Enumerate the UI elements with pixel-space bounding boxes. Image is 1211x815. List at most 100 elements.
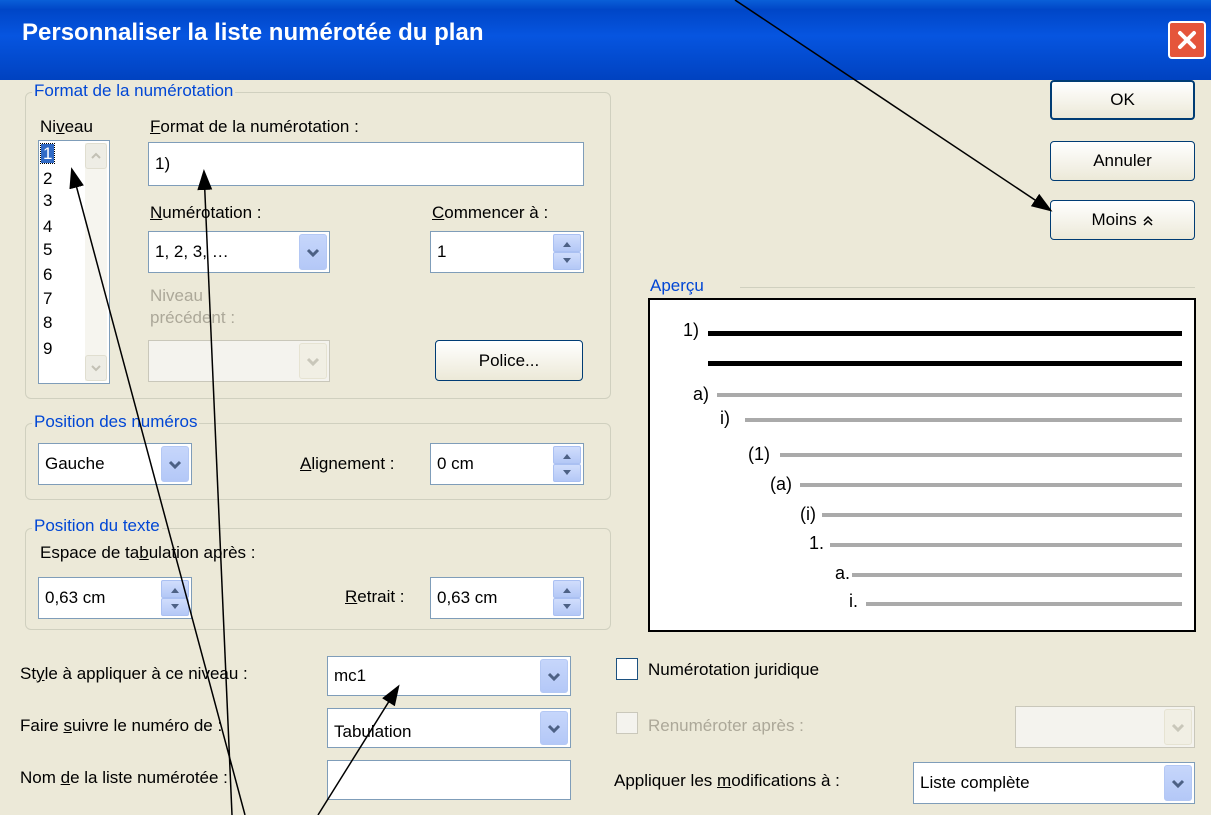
chevron-up-icon — [171, 588, 179, 593]
window-title: Personnaliser la liste numérotée du plan — [22, 19, 484, 46]
format-group-label: Format de la numérotation — [32, 81, 236, 101]
list-item[interactable]: 6 — [43, 265, 52, 284]
format-input[interactable]: 1) — [148, 142, 584, 186]
chevron-down-icon — [171, 604, 179, 609]
close-button[interactable] — [1168, 21, 1206, 59]
commencer-value: 1 — [437, 242, 447, 261]
tab-value: 0,63 cm — [45, 588, 106, 607]
spin-up-button[interactable] — [553, 446, 581, 464]
chevron-up-icon — [563, 242, 571, 247]
preview-number: (1) — [748, 444, 770, 464]
commencer-spin-buttons[interactable] — [553, 234, 581, 270]
scroll-down-button[interactable] — [85, 355, 107, 381]
chevron-up-icon — [91, 152, 101, 159]
tab-spin-buttons[interactable] — [161, 580, 189, 616]
list-item[interactable]: 5 — [43, 240, 52, 259]
alignment-dropdown-button[interactable] — [161, 446, 189, 482]
juridique-checkbox[interactable] — [616, 658, 638, 680]
nom-label: Nom de la liste numérotée : — [20, 768, 228, 787]
suivre-select-value: Tabulation — [334, 721, 412, 741]
list-item[interactable]: 7 — [43, 289, 52, 308]
appliquer-select-value: Liste complète — [920, 773, 1030, 792]
list-item[interactable]: 1 — [39, 143, 56, 164]
spin-down-button[interactable] — [553, 464, 581, 482]
niveau-precedent-label-2: précédent : — [150, 308, 236, 327]
style-dropdown-button[interactable] — [540, 659, 568, 693]
chevron-down-icon — [563, 258, 571, 263]
style-select[interactable]: mc1 — [327, 656, 571, 696]
commencer-label: Commencer à : — [432, 203, 549, 222]
nom-input[interactable] — [327, 760, 571, 800]
moins-button-label: Moins — [1091, 210, 1137, 229]
suivre-label: Faire suivre le numéro de : — [20, 716, 223, 735]
spin-up-button[interactable] — [553, 580, 581, 598]
suivre-dropdown-button[interactable] — [540, 711, 568, 745]
ok-button[interactable]: OK — [1050, 80, 1195, 120]
spin-up-button[interactable] — [553, 234, 581, 252]
annuler-button[interactable]: Annuler — [1050, 141, 1195, 181]
spin-down-button[interactable] — [553, 252, 581, 270]
alignement-value: 0 cm — [437, 454, 474, 473]
preview-line — [822, 513, 1182, 517]
alignment-select[interactable]: Gauche — [38, 443, 192, 485]
chevron-down-icon — [1171, 723, 1185, 733]
alignement-spin-buttons[interactable] — [553, 446, 581, 482]
moins-button[interactable]: Moins — [1050, 200, 1195, 240]
numerotation-select-value: 1, 2, 3, … — [155, 242, 229, 261]
list-item[interactable]: 3 — [43, 191, 52, 210]
preview-line — [708, 331, 1182, 336]
alignement-spinner[interactable]: 0 cm — [430, 443, 584, 485]
niveau-label: Niveau — [40, 117, 93, 136]
list-item[interactable]: 9 — [43, 339, 52, 358]
preview-line — [708, 361, 1182, 366]
spin-up-button[interactable] — [161, 580, 189, 598]
appliquer-dropdown-button[interactable] — [1164, 765, 1192, 801]
alignment-select-value: Gauche — [45, 454, 105, 473]
double-chevron-up-icon — [1143, 215, 1153, 226]
style-label: Style à appliquer à ce niveau : — [20, 664, 248, 683]
chevron-down-icon — [563, 604, 571, 609]
numerotation-select[interactable]: 1, 2, 3, … — [148, 231, 330, 273]
tab-spinner[interactable]: 0,63 cm — [38, 577, 192, 619]
retrait-spinner[interactable]: 0,63 cm — [430, 577, 584, 619]
preview-number: (i) — [800, 504, 816, 524]
appliquer-select[interactable]: Liste complète — [913, 762, 1195, 804]
list-item[interactable]: 8 — [43, 313, 52, 332]
preview-number: (a) — [770, 474, 792, 494]
spin-down-button[interactable] — [161, 598, 189, 616]
position-texte-label: Position du texte — [32, 516, 162, 536]
spin-down-button[interactable] — [553, 598, 581, 616]
close-icon — [1178, 31, 1196, 49]
police-button[interactable]: Police... — [435, 340, 583, 381]
commencer-spinner[interactable]: 1 — [430, 231, 584, 273]
niveau-precedent-dropdown-button — [299, 343, 327, 379]
preview-number: 1. — [808, 533, 824, 553]
renumeroter-label: Renuméroter après : — [648, 716, 804, 735]
format-label: Format de la numérotation : — [150, 117, 359, 136]
niveau-precedent-label-1: Niveau — [150, 286, 203, 305]
police-button-label: Police... — [478, 350, 540, 370]
numerotation-label: Numérotation : — [150, 203, 262, 222]
chevron-down-icon — [547, 672, 561, 682]
numerotation-dropdown-button[interactable] — [299, 234, 327, 270]
preview-number: a. — [834, 563, 850, 583]
moins-button-content: Moins — [1051, 210, 1194, 230]
preview-line — [780, 453, 1182, 457]
preview-line — [745, 418, 1182, 422]
chevron-down-icon — [563, 470, 571, 475]
preview-line — [852, 573, 1182, 577]
scroll-up-button[interactable] — [85, 143, 107, 169]
apercu-divider — [740, 287, 1195, 288]
chevron-up-icon — [563, 454, 571, 459]
niveau-precedent-select — [148, 340, 330, 382]
renumeroter-checkbox — [616, 712, 638, 734]
list-item[interactable]: 2 — [43, 169, 52, 188]
preview-line — [866, 602, 1182, 606]
level-listbox[interactable]: 1 2 3 4 5 6 7 8 9 — [38, 140, 110, 384]
ok-button-label: OK — [1110, 90, 1135, 109]
retrait-spin-buttons[interactable] — [553, 580, 581, 616]
suivre-select[interactable]: Tabulation — [327, 708, 571, 748]
listbox-scrollbar[interactable] — [85, 143, 107, 381]
list-item[interactable]: 4 — [43, 217, 52, 236]
preview-number: 1) — [682, 320, 699, 340]
